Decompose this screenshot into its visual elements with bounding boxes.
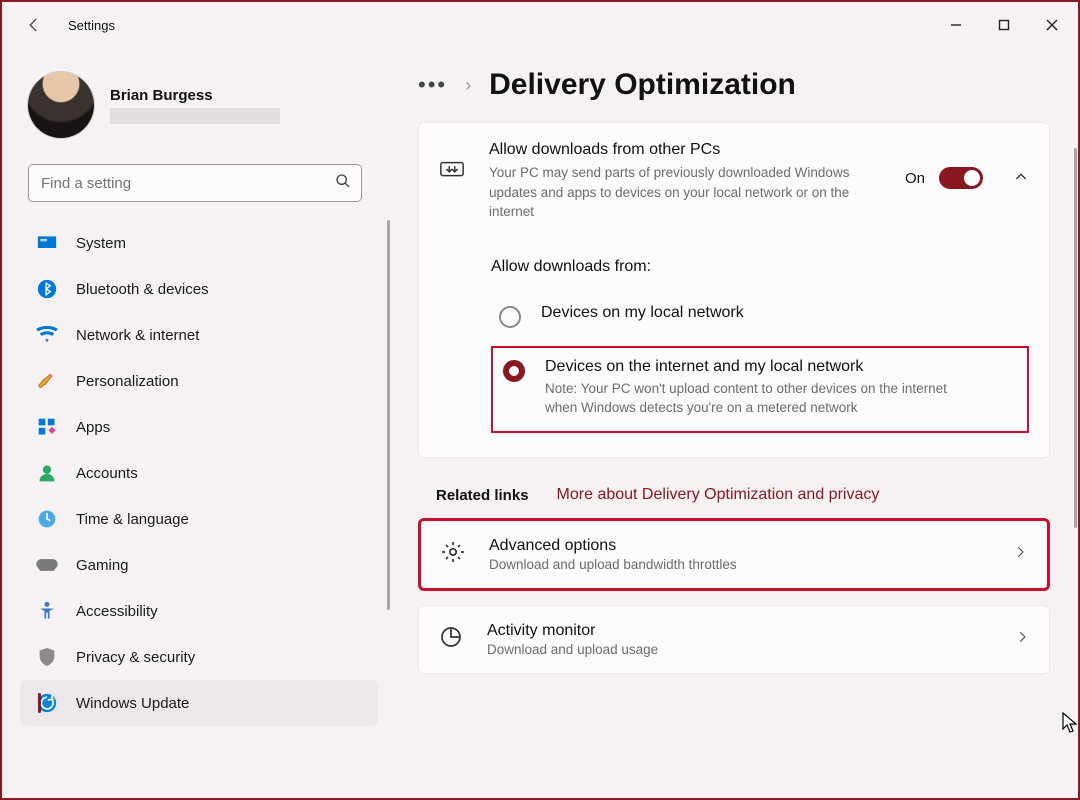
radio-icon xyxy=(499,306,521,328)
apps-icon xyxy=(36,416,58,438)
close-button[interactable] xyxy=(1028,5,1076,45)
breadcrumb-ellipsis[interactable]: ••• xyxy=(418,72,447,98)
radio-note: Note: Your PC won't upload content to ot… xyxy=(545,380,975,418)
advanced-options-row[interactable]: Advanced options Download and upload ban… xyxy=(418,518,1050,591)
sidebar-item-label: Time & language xyxy=(76,511,189,528)
sidebar-item-apps[interactable]: Apps xyxy=(20,404,378,450)
nav: System Bluetooth & devices Network & int… xyxy=(20,220,392,726)
sidebar: Brian Burgess System Bluetooth & devices xyxy=(2,48,392,798)
sidebar-item-windows-update[interactable]: Windows Update xyxy=(20,680,378,726)
profile-sub-redacted xyxy=(110,108,280,124)
app-title: Settings xyxy=(68,18,115,33)
mouse-cursor xyxy=(1062,712,1078,734)
sidebar-item-accessibility[interactable]: Accessibility xyxy=(20,588,378,634)
related-links: Related links More about Delivery Optimi… xyxy=(436,486,1050,504)
system-icon xyxy=(36,232,58,254)
card-title: Allow downloads from other PCs xyxy=(489,141,883,159)
sidebar-item-privacy[interactable]: Privacy & security xyxy=(20,634,378,680)
radio-label: Devices on the internet and my local net… xyxy=(545,358,975,376)
sidebar-item-label: Personalization xyxy=(76,373,179,390)
row-description: Download and upload bandwidth throttles xyxy=(489,557,991,572)
sidebar-item-personalization[interactable]: Personalization xyxy=(20,358,378,404)
sidebar-scrollbar[interactable] xyxy=(387,220,390,610)
row-title: Advanced options xyxy=(489,537,991,555)
radio-label: Devices on my local network xyxy=(541,304,744,322)
sidebar-item-gaming[interactable]: Gaming xyxy=(20,542,378,588)
sidebar-item-label: Apps xyxy=(76,419,110,436)
toggle-label: On xyxy=(905,170,925,187)
active-accent xyxy=(38,693,41,713)
sidebar-item-label: Privacy & security xyxy=(76,649,195,666)
gamepad-icon xyxy=(36,554,58,576)
chevron-right-icon xyxy=(1015,630,1029,649)
radio-local-network[interactable]: Devices on my local network xyxy=(491,294,1029,338)
allow-downloads-toggle[interactable] xyxy=(939,167,983,189)
wifi-icon xyxy=(36,324,58,346)
person-icon xyxy=(36,462,58,484)
window-controls xyxy=(932,5,1076,45)
activity-monitor-row[interactable]: Activity monitor Download and upload usa… xyxy=(418,605,1050,674)
sidebar-item-system[interactable]: System xyxy=(20,220,378,266)
bluetooth-icon xyxy=(36,278,58,300)
row-title: Activity monitor xyxy=(487,622,993,640)
row-description: Download and upload usage xyxy=(487,642,993,657)
chevron-right-icon xyxy=(1013,545,1027,564)
brush-icon xyxy=(36,370,58,392)
delivery-optimization-privacy-link[interactable]: More about Delivery Optimization and pri… xyxy=(557,486,880,504)
sidebar-item-time-language[interactable]: Time & language xyxy=(20,496,378,542)
pie-chart-icon xyxy=(439,625,465,654)
back-button[interactable] xyxy=(22,13,46,37)
card-description: Your PC may send parts of previously dow… xyxy=(489,163,869,222)
sidebar-item-label: Gaming xyxy=(76,557,129,574)
page-title: Delivery Optimization xyxy=(489,68,796,102)
chevron-right-icon: › xyxy=(465,75,471,96)
gear-icon xyxy=(441,540,467,569)
sidebar-item-label: Accessibility xyxy=(76,603,158,620)
expand-collapse-button[interactable] xyxy=(1013,169,1029,190)
sidebar-item-network[interactable]: Network & internet xyxy=(20,312,378,358)
avatar xyxy=(28,72,94,138)
shield-icon xyxy=(36,646,58,668)
minimize-button[interactable] xyxy=(932,5,980,45)
related-links-label: Related links xyxy=(436,487,529,504)
sidebar-item-accounts[interactable]: Accounts xyxy=(20,450,378,496)
sidebar-item-label: Bluetooth & devices xyxy=(76,281,209,298)
titlebar: Settings xyxy=(2,2,1078,48)
radio-internet-and-local[interactable]: Devices on the internet and my local net… xyxy=(491,346,1029,434)
network-devices-icon xyxy=(439,157,467,188)
radio-selected-icon xyxy=(503,360,525,382)
allow-downloads-from-label: Allow downloads from: xyxy=(491,258,1029,276)
accessibility-icon xyxy=(36,600,58,622)
maximize-button[interactable] xyxy=(980,5,1028,45)
breadcrumb: ••• › Delivery Optimization xyxy=(418,68,1050,102)
sidebar-item-label: Accounts xyxy=(76,465,138,482)
profile-name: Brian Burgess xyxy=(110,87,280,104)
search-input[interactable] xyxy=(39,174,335,193)
search-box[interactable] xyxy=(28,164,362,202)
main: ••• › Delivery Optimization Allow downlo… xyxy=(392,48,1078,798)
clock-globe-icon xyxy=(36,508,58,530)
sidebar-item-label: Windows Update xyxy=(76,695,189,712)
sidebar-item-label: System xyxy=(76,235,126,252)
profile-block[interactable]: Brian Burgess xyxy=(20,58,392,156)
main-scrollbar[interactable] xyxy=(1074,148,1077,528)
search-icon xyxy=(335,173,351,194)
sidebar-item-label: Network & internet xyxy=(76,327,199,344)
sidebar-item-bluetooth[interactable]: Bluetooth & devices xyxy=(20,266,378,312)
allow-downloads-card: Allow downloads from other PCs Your PC m… xyxy=(418,122,1050,458)
